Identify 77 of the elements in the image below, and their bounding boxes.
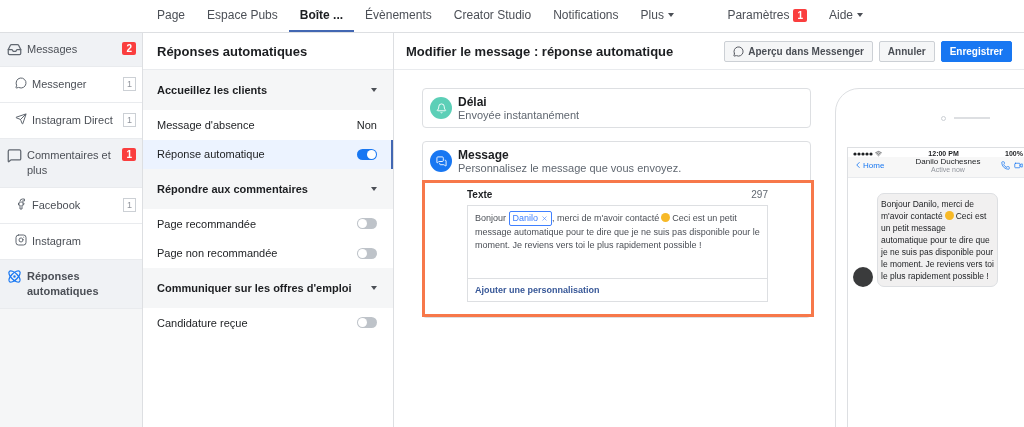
character-count: 297	[751, 189, 768, 200]
send-icon	[15, 113, 27, 125]
row-value: Non	[356, 118, 377, 131]
row-label: Message d'absence	[157, 118, 255, 131]
nav-tab[interactable]: Creator Studio	[442, 0, 543, 32]
nav-tab[interactable]: Évènements	[354, 0, 443, 32]
facebook-icon	[15, 198, 27, 210]
card-subtitle: Personnalisez le message que vous envoyez.	[458, 162, 682, 174]
row-label: Communiquer sur les offres d'emploi	[157, 282, 352, 294]
message-bubble: Bonjour Danilo, merci de m'avoir contacté Ceci est un petit message automatique pour te dire que je ne suis pas disponible pour le moment. Je reviens vers toi le plus rapidement possible !	[877, 193, 998, 287]
cancel-button[interactable]: Annuler	[878, 40, 935, 62]
camera-icon	[15, 234, 27, 246]
notification-badge: 2	[122, 42, 136, 55]
speech-bubble-icon	[7, 148, 22, 163]
sidebar-item[interactable]: Facebook 1	[0, 188, 142, 224]
row-label: Accueillez les clients	[157, 84, 268, 96]
timer-icon	[430, 97, 452, 119]
preview-button[interactable]: Aperçu dans Messenger	[724, 40, 873, 62]
save-button[interactable]: Enregistrer	[940, 40, 1012, 62]
toggle-switch[interactable]	[357, 317, 377, 329]
toggle-switch[interactable]	[357, 247, 377, 259]
emoji-icon	[661, 213, 671, 222]
chevron-left-icon	[853, 160, 863, 170]
chat-icon	[15, 77, 27, 89]
wifi-icon	[875, 150, 882, 157]
phone-icon[interactable]	[1001, 160, 1010, 170]
caret-icon	[371, 286, 377, 290]
signal-icon	[853, 151, 873, 156]
editor-title: Modifier le message : réponse automatique	[406, 43, 675, 59]
notification-badge: 1	[793, 8, 807, 22]
card-subtitle: Envoyée instantanément	[458, 109, 580, 121]
row-label: Répondre aux commentaires	[157, 183, 308, 195]
add-personalization-link[interactable]: Ajouter une personnalisation	[468, 278, 767, 301]
sidebar-item[interactable]: Instagram Direct 1	[0, 103, 142, 139]
sidebar-item[interactable]: Instagram	[0, 224, 142, 260]
close-icon[interactable]	[541, 215, 549, 222]
inbox-icon	[7, 42, 22, 57]
nav-link[interactable]: Paramètres 1	[716, 0, 818, 32]
atom-icon	[7, 269, 22, 284]
card-title: Délai	[458, 95, 488, 109]
avatar	[853, 267, 873, 287]
row-label: Candidature reçue	[157, 316, 248, 329]
toggle-switch[interactable]	[357, 218, 377, 230]
toggle-switch[interactable]	[357, 148, 377, 160]
caret-icon	[371, 187, 377, 191]
card-title: Message	[458, 148, 510, 162]
nav-tab[interactable]: Plus	[629, 0, 685, 32]
video-icon[interactable]	[1014, 160, 1023, 170]
count-badge: 1	[123, 113, 136, 127]
settings-row[interactable]: Réponse automatique	[143, 139, 393, 169]
nav-link[interactable]: Aide	[817, 0, 874, 32]
row-label: Réponse automatique	[157, 148, 265, 161]
row-label: Page non recommandée	[157, 247, 278, 260]
nav-tab[interactable]: Page	[146, 0, 197, 32]
caret-icon	[371, 88, 377, 92]
count-badge: 1	[123, 198, 136, 212]
contact-name: Danilo Duchesnes	[915, 157, 981, 166]
sidebar-item[interactable]: Messenger 1	[0, 67, 142, 103]
section-header[interactable]: Répondre aux commentaires	[143, 169, 393, 209]
sidebar-item[interactable]: Commentaires et plus 1	[0, 139, 142, 188]
back-link[interactable]: Home	[853, 160, 895, 170]
count-badge: 1	[123, 77, 136, 91]
section-header[interactable]: Communiquer sur les offres d'emploi	[143, 268, 393, 308]
section-header[interactable]: Accueillez les clients	[143, 70, 393, 110]
field-label: Texte	[467, 189, 493, 200]
notification-badge: 1	[122, 148, 136, 161]
chat-bubbles-icon	[430, 150, 452, 172]
row-label: Page recommandée	[157, 217, 257, 230]
emoji-icon	[944, 211, 954, 220]
sidebar-item[interactable]: Réponses automatiques	[0, 260, 142, 309]
nav-tab[interactable]: Notifications	[542, 0, 630, 32]
message-text: Bonjour Danilo , merci de m'avoir contacté Ceci est un petit message automatique pour te dire que je ne suis pas disponible pour le moment. Je reviens vers toi le plus rapidement possible !	[475, 211, 760, 252]
sidebar-item[interactable]: Messages 2	[0, 33, 142, 67]
nav-tab[interactable]: Boîte ...	[288, 0, 355, 32]
message-field[interactable]	[467, 205, 768, 302]
nav-tab[interactable]: Espace Pubs	[196, 0, 289, 32]
messenger-icon	[733, 45, 745, 57]
